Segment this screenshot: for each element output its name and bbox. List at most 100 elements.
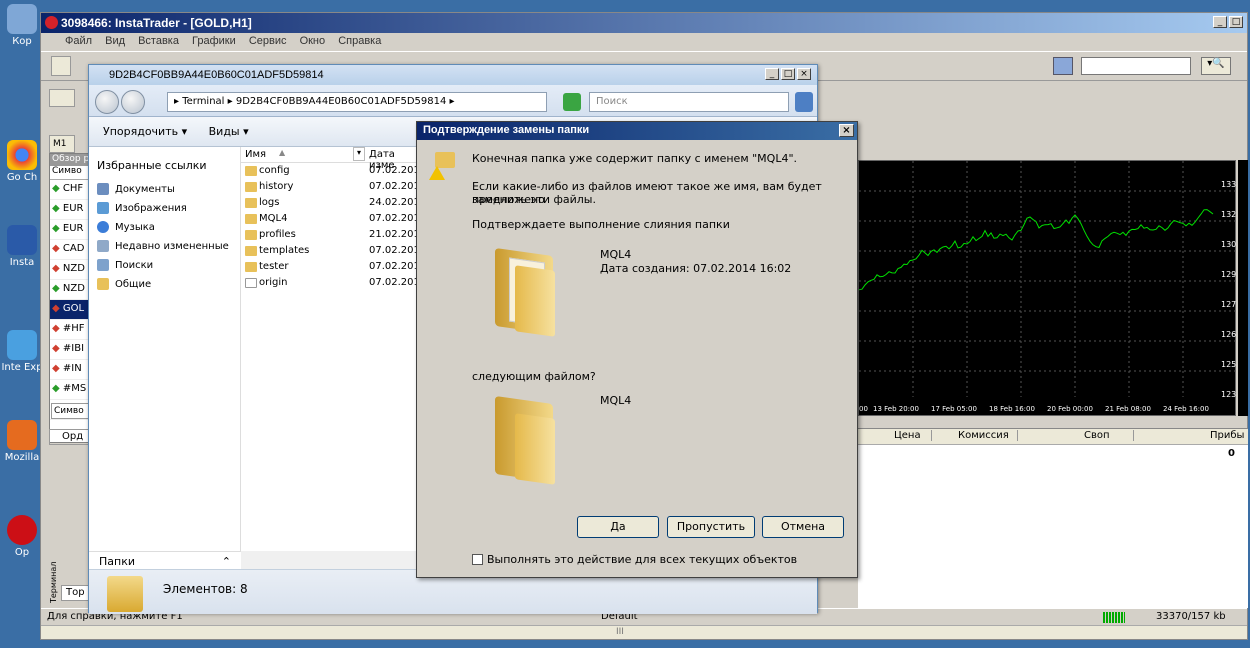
yes-button[interactable]: Да	[577, 516, 659, 538]
menu-window[interactable]: Окно	[300, 35, 326, 47]
symbol-row[interactable]: ◆ CHF	[50, 180, 92, 200]
fav-music[interactable]: Музыка	[89, 218, 240, 237]
symbol-row[interactable]: ◆ NZD	[50, 280, 92, 300]
market-watch-tab[interactable]: Симво	[51, 403, 91, 419]
file-name: origin	[259, 277, 288, 288]
col-name[interactable]: Имя	[245, 149, 266, 160]
desktop-icon-insta[interactable]: Insta	[0, 225, 44, 268]
explorer-close-button[interactable]: ×	[797, 68, 811, 80]
menu-view[interactable]: Вид	[105, 35, 125, 47]
symbol-row[interactable]: ◆ CAD	[50, 240, 92, 260]
fav-pictures[interactable]: Изображения	[89, 199, 240, 218]
file-row[interactable]: config 07.02.201	[241, 163, 421, 179]
symbol-row[interactable]: ◆ NZD	[50, 260, 92, 280]
timeframe-m1[interactable]: M1	[49, 135, 75, 153]
search-icon[interactable]: ▾🔍	[1201, 57, 1231, 75]
skip-button[interactable]: Пропустить	[667, 516, 755, 538]
apply-all-checkbox[interactable]	[472, 554, 483, 565]
app-title: 3098466: InstaTrader - [GOLD,H1]	[41, 13, 1247, 33]
file-row[interactable]: origin 07.02.201	[241, 275, 421, 291]
desktop-icon-chrome[interactable]: Go Ch	[0, 140, 44, 183]
file-name: templates	[259, 245, 310, 256]
x-tick-label: 18 Feb 16:00	[989, 405, 1035, 413]
y-tick-label: 127	[1221, 300, 1236, 309]
replace-folder-dialog: Подтверждение замены папки × Конечная па…	[416, 121, 858, 578]
back-button[interactable]	[95, 90, 119, 114]
menu-charts[interactable]: Графики	[192, 35, 236, 47]
file-row[interactable]: profiles 21.02.201	[241, 227, 421, 243]
symbol-row[interactable]: ◆ #HF	[50, 320, 92, 340]
x-tick-label: 24 Feb 16:00	[1163, 405, 1209, 413]
cursor-tool[interactable]	[49, 89, 75, 107]
file-row[interactable]: logs 24.02.201	[241, 195, 421, 211]
chart-price-scale	[1238, 160, 1248, 416]
search-icon[interactable]	[795, 92, 813, 112]
menu-file[interactable]: Файл	[65, 35, 92, 47]
file-row[interactable]: history 07.02.201	[241, 179, 421, 195]
y-tick-label: 130	[1221, 240, 1236, 249]
col-commission: Комиссия	[958, 430, 1018, 441]
horizontal-scrollbar[interactable]: III	[41, 625, 1247, 639]
fav-public[interactable]: Общие	[89, 275, 240, 294]
file-row[interactable]: tester 07.02.201	[241, 259, 421, 275]
cancel-button[interactable]: Отмена	[762, 516, 844, 538]
organize-button[interactable]: Упорядочить ▾	[103, 125, 187, 138]
direction-icon: ◆	[52, 383, 63, 394]
music-icon	[97, 221, 109, 233]
fav-documents[interactable]: Документы	[89, 180, 240, 199]
terminal-label: Терминал	[49, 561, 58, 603]
x-tick-label: 00	[859, 405, 868, 413]
symbol-row[interactable]: ◆ #MS	[50, 380, 92, 400]
new-chart-button[interactable]	[51, 56, 71, 76]
address-bar: ▸ Terminal ▸ 9D2B4CF0BB9A44E0B60C01ADF5D…	[89, 85, 817, 117]
menu-tools[interactable]: Сервис	[249, 35, 287, 47]
menu-help[interactable]: Справка	[338, 35, 381, 47]
refresh-icon[interactable]	[563, 93, 581, 111]
dialog-close-button[interactable]: ×	[839, 124, 854, 137]
desktop-icon-ie[interactable]: Inte Exp	[0, 330, 44, 373]
minimize-button[interactable]: _	[1213, 16, 1227, 28]
source-folder-date: Дата создания: 07.02.2014 16:02	[600, 262, 792, 275]
menu-insert[interactable]: Вставка	[138, 35, 179, 47]
direction-icon: ◆	[52, 323, 63, 334]
dialog-line1: Конечная папка уже содержит папку с имен…	[472, 152, 798, 165]
y-tick-label: 133	[1221, 180, 1236, 189]
terminal-header: Цена Комиссия Своп Прибы	[858, 429, 1248, 445]
symbol-row[interactable]: ◆ #IN	[50, 360, 92, 380]
explorer-maximize-button[interactable]: □	[781, 68, 795, 80]
symbol-row[interactable]: ◆ #IBI	[50, 340, 92, 360]
restore-button[interactable]: □	[1229, 16, 1243, 28]
symbol-row[interactable]: ◆ EUR	[50, 200, 92, 220]
desktop-icon-opera[interactable]: Op	[0, 515, 44, 558]
file-list: Имя ▲ ▾ Дата изме config 07.02.201 history…	[241, 147, 421, 551]
symbol-name: GOL	[62, 303, 85, 314]
fav-recent[interactable]: Недавно измененные	[89, 237, 240, 256]
desktop-icon-kor[interactable]: Кор	[0, 4, 44, 47]
folder-icon	[107, 576, 143, 612]
explorer-minimize-button[interactable]: _	[765, 68, 779, 80]
computer-icon	[7, 4, 37, 34]
symbol-name: NZD	[62, 283, 85, 294]
term-tab-orders[interactable]: Орд	[49, 429, 93, 445]
symbol-row[interactable]: ◆ GOL	[50, 300, 92, 320]
settings-icon[interactable]	[1053, 57, 1073, 75]
symbol-row[interactable]: ◆ EUR	[50, 220, 92, 240]
forward-button[interactable]	[121, 90, 145, 114]
x-tick-label: 17 Feb 05:00	[931, 405, 977, 413]
scroll-thumb[interactable]: III	[616, 627, 624, 637]
breadcrumb[interactable]: ▸ Terminal ▸ 9D2B4CF0BB9A44E0B60C01ADF5D…	[167, 92, 547, 112]
folders-toggle[interactable]: Папки ⌃	[89, 551, 241, 569]
fav-searches[interactable]: Поиски	[89, 256, 240, 275]
desktop-icon-mozilla[interactable]: Mozilla	[0, 420, 44, 463]
toolbar-search-input[interactable]	[1081, 57, 1191, 75]
terminal-panel: Цена Комиссия Своп Прибы 0	[858, 428, 1248, 608]
symbol-list: ◆ CHF ◆ EUR ◆ EUR ◆ CAD ◆ NZD ◆ NZD ◆ GOL ◆ #HF…	[50, 180, 92, 420]
file-row[interactable]: MQL4 07.02.201	[241, 211, 421, 227]
file-row[interactable]: templates 07.02.201	[241, 243, 421, 259]
price-chart[interactable]: 133 132 130 129 127 126 125 123 00 13 Feb 20:00 17…	[858, 160, 1237, 416]
symbol-name: #IBI	[62, 343, 85, 354]
y-tick-label: 129	[1221, 270, 1236, 279]
search-input[interactable]: Поиск	[589, 92, 789, 112]
views-button[interactable]: Виды ▾	[209, 125, 249, 138]
y-tick-label: 123	[1221, 390, 1236, 399]
